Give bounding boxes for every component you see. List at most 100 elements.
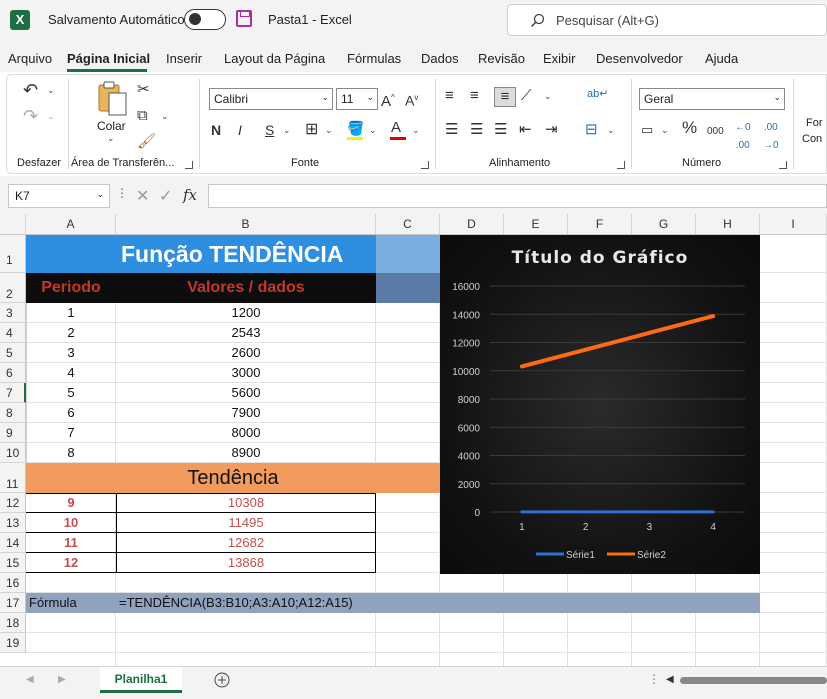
align-bottom-icon[interactable]: ≡ xyxy=(494,87,516,107)
grow-font-icon[interactable]: A^ xyxy=(381,89,395,111)
shrink-font-icon[interactable]: Av xyxy=(405,89,418,110)
paste-icon[interactable] xyxy=(97,81,129,117)
number-format-select[interactable]: Geral ⌄ xyxy=(639,88,785,110)
row-header-2[interactable]: 2 xyxy=(0,273,26,303)
format-painter-icon[interactable]: 🖌 xyxy=(137,133,156,151)
font-name-select[interactable]: Calibri ⌄ xyxy=(209,88,333,110)
percent-button[interactable]: % xyxy=(682,119,697,137)
paste-label[interactable]: Colar xyxy=(97,119,126,133)
scroll-left-icon[interactable]: ◀ xyxy=(26,674,34,685)
cell-trend-value[interactable]: 13868 xyxy=(116,553,376,573)
cell-period[interactable]: 3 xyxy=(26,343,116,363)
select-all-corner[interactable] xyxy=(0,214,26,235)
borders-dropdown-icon[interactable]: ⌄ xyxy=(325,125,333,136)
sheet-tab-planilha1[interactable]: Planilha1 xyxy=(100,667,182,693)
tab-formulas[interactable]: Fórmulas xyxy=(347,51,401,66)
cell-period[interactable]: 1 xyxy=(26,303,116,323)
tab-desenvolvedor[interactable]: Desenvolvedor xyxy=(596,51,683,66)
cell-period[interactable]: 6 xyxy=(26,403,116,423)
column-header-g[interactable]: G xyxy=(632,214,696,235)
cell-value[interactable]: 5600 xyxy=(116,383,376,403)
accounting-dropdown-icon[interactable]: ⌄ xyxy=(661,125,669,136)
row-header-10[interactable]: 10 xyxy=(0,443,26,463)
copy-dropdown-icon[interactable]: ⌄ xyxy=(161,111,169,122)
column-header-d[interactable]: D xyxy=(440,214,504,235)
column-header-b[interactable]: B xyxy=(116,214,376,235)
underline-button[interactable]: S xyxy=(265,121,274,139)
undo-dropdown-icon[interactable]: ⌄ xyxy=(47,85,55,96)
cell-value[interactable]: 1200 xyxy=(116,303,376,323)
row-header-13[interactable]: 13 xyxy=(0,513,26,533)
chart-area[interactable]: Título do Gráfico 0 2000 4000 6000 8000 10000 1… xyxy=(440,235,760,574)
cut-icon[interactable]: ✂ xyxy=(137,81,150,99)
cell-trend-period[interactable]: 10 xyxy=(26,513,116,533)
wrap-text-icon[interactable]: ab↵ xyxy=(587,85,608,103)
scroll-right-icon[interactable]: ▶ xyxy=(58,674,66,685)
increase-decimal-icon[interactable]: ←0.00 xyxy=(735,119,751,155)
formula-label[interactable]: Fórmula xyxy=(26,593,116,613)
insert-function-icon[interactable]: fx xyxy=(183,186,197,204)
merge-dropdown-icon[interactable]: ⌄ xyxy=(607,125,615,136)
column-header-a[interactable]: A xyxy=(26,214,116,235)
cell-value[interactable]: 7900 xyxy=(116,403,376,423)
more-options-icon[interactable]: ⋮ xyxy=(116,186,128,200)
tab-pagina-inicial[interactable]: Página Inicial xyxy=(67,51,150,66)
formula-text[interactable]: =TENDÊNCIA(B3:B10;A3:A10;A12:A15) xyxy=(116,593,504,613)
tab-exibir[interactable]: Exibir xyxy=(543,51,576,66)
orientation-icon[interactable]: ⟋ xyxy=(521,87,532,105)
cell-value[interactable]: 3000 xyxy=(116,363,376,383)
thousands-button[interactable]: 000 xyxy=(707,123,724,141)
redo-dropdown-icon[interactable]: ⌄ xyxy=(47,111,55,122)
decrease-decimal-icon[interactable]: .00 →0 xyxy=(763,119,779,155)
cell-trend-value[interactable]: 10308 xyxy=(116,493,376,513)
search-box[interactable]: Pesquisar (Alt+G) xyxy=(507,4,827,36)
tab-options-icon[interactable]: ⋮ xyxy=(648,672,660,686)
undo-icon[interactable]: ↶ xyxy=(23,81,38,99)
fill-color-dropdown-icon[interactable]: ⌄ xyxy=(369,125,377,136)
save-icon[interactable] xyxy=(236,10,252,27)
tab-arquivo[interactable]: Arquivo xyxy=(8,51,52,66)
increase-indent-icon[interactable]: ⇥ xyxy=(545,121,558,139)
header-values[interactable]: Valores / dados xyxy=(116,273,376,303)
paste-dropdown-icon[interactable]: ⌄ xyxy=(107,133,115,144)
row-header-7[interactable]: 7 xyxy=(0,383,26,403)
align-center-icon[interactable]: ☰ xyxy=(470,121,483,139)
autosave-toggle[interactable] xyxy=(184,9,226,30)
row-header-11[interactable]: 11 xyxy=(0,463,26,493)
alignment-launcher-icon[interactable] xyxy=(617,161,625,169)
row-header-8[interactable]: 8 xyxy=(0,403,26,423)
row-header-1[interactable]: 1 xyxy=(0,235,26,273)
formula-input[interactable] xyxy=(208,184,827,208)
underline-dropdown-icon[interactable]: ⌄ xyxy=(283,125,291,136)
cell-period[interactable]: 8 xyxy=(26,443,116,463)
cell-period[interactable]: 7 xyxy=(26,423,116,443)
row-header-19[interactable]: 19 xyxy=(0,633,26,653)
row-header-15[interactable]: 15 xyxy=(0,553,26,573)
copy-icon[interactable]: ⧉ xyxy=(137,107,148,125)
font-color-dropdown-icon[interactable]: ⌄ xyxy=(412,125,420,136)
sheet-title[interactable]: Função TENDÊNCIA xyxy=(116,235,376,273)
font-color-icon[interactable]: A xyxy=(391,119,401,137)
conditional-format-label[interactable]: For xyxy=(806,117,823,129)
column-header-f[interactable]: F xyxy=(568,214,632,235)
bold-button[interactable]: N xyxy=(211,121,221,139)
borders-icon[interactable]: ⊞ xyxy=(305,121,318,139)
align-middle-icon[interactable]: ≡ xyxy=(470,87,479,105)
font-size-select[interactable]: 11 ⌄ xyxy=(336,88,378,110)
row-header-14[interactable]: 14 xyxy=(0,533,26,553)
trend-title[interactable]: Tendência xyxy=(26,463,440,493)
row-header-5[interactable]: 5 xyxy=(0,343,26,363)
tab-revisao[interactable]: Revisão xyxy=(478,51,525,66)
row-header-3[interactable]: 3 xyxy=(0,303,26,323)
row-header-12[interactable]: 12 xyxy=(0,493,26,513)
decrease-indent-icon[interactable]: ⇤ xyxy=(519,121,532,139)
cell-trend-period[interactable]: 9 xyxy=(26,493,116,513)
column-header-i[interactable]: I xyxy=(760,214,827,235)
confirm-icon[interactable]: ✓ xyxy=(159,186,172,206)
accounting-format-icon[interactable]: ▭ xyxy=(641,121,653,139)
font-launcher-icon[interactable] xyxy=(421,161,429,169)
cell-period[interactable]: 4 xyxy=(26,363,116,383)
row-header-17[interactable]: 17 xyxy=(0,593,26,613)
tab-layout-da-pagina[interactable]: Layout da Página xyxy=(224,51,325,66)
horizontal-scrollbar[interactable] xyxy=(680,677,827,684)
